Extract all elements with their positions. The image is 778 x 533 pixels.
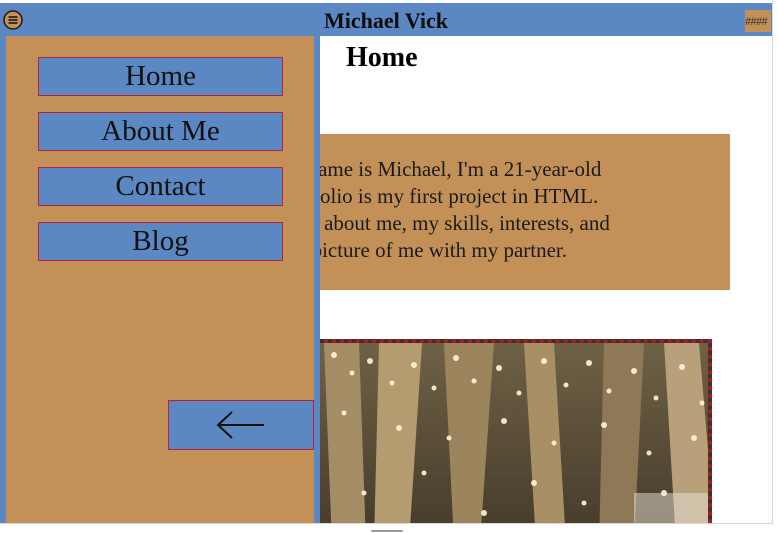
intro-line: a picture of me with my partner. [300,238,567,262]
nav-item-home[interactable]: Home [38,57,283,96]
arrow-left-icon [216,411,264,439]
nav-item-about-me[interactable]: About Me [38,112,283,151]
site-header: Michael Vick #### [0,3,772,36]
intro-line: ill learn about me, my skills, interests… [300,211,610,235]
nav-item-blog[interactable]: Blog [38,222,283,261]
photo-image [304,343,708,523]
header-badge: #### [745,10,771,32]
intro-box: . My name is Michael, I'm a 21-year-old … [300,134,730,290]
intro-line: . My name is Michael, I'm a 21-year-old [300,157,602,181]
side-navigation: Home About Me Contact Blog [0,36,320,523]
intro-line: s portfolio is my first project in HTML. [300,184,599,208]
resize-handle[interactable] [371,530,403,532]
page-title: Home [346,42,418,73]
intro-text: . My name is Michael, I'm a 21-year-old … [300,156,724,264]
site-title: Michael Vick [323,8,449,33]
profile-photo [300,339,712,523]
side-navigation-panel: Home About Me Contact Blog [6,36,314,523]
browser-viewport: Michael Vick #### Home . My name is Mich… [0,0,773,524]
nav-item-contact[interactable]: Contact [38,167,283,206]
close-menu-button[interactable] [168,400,314,450]
